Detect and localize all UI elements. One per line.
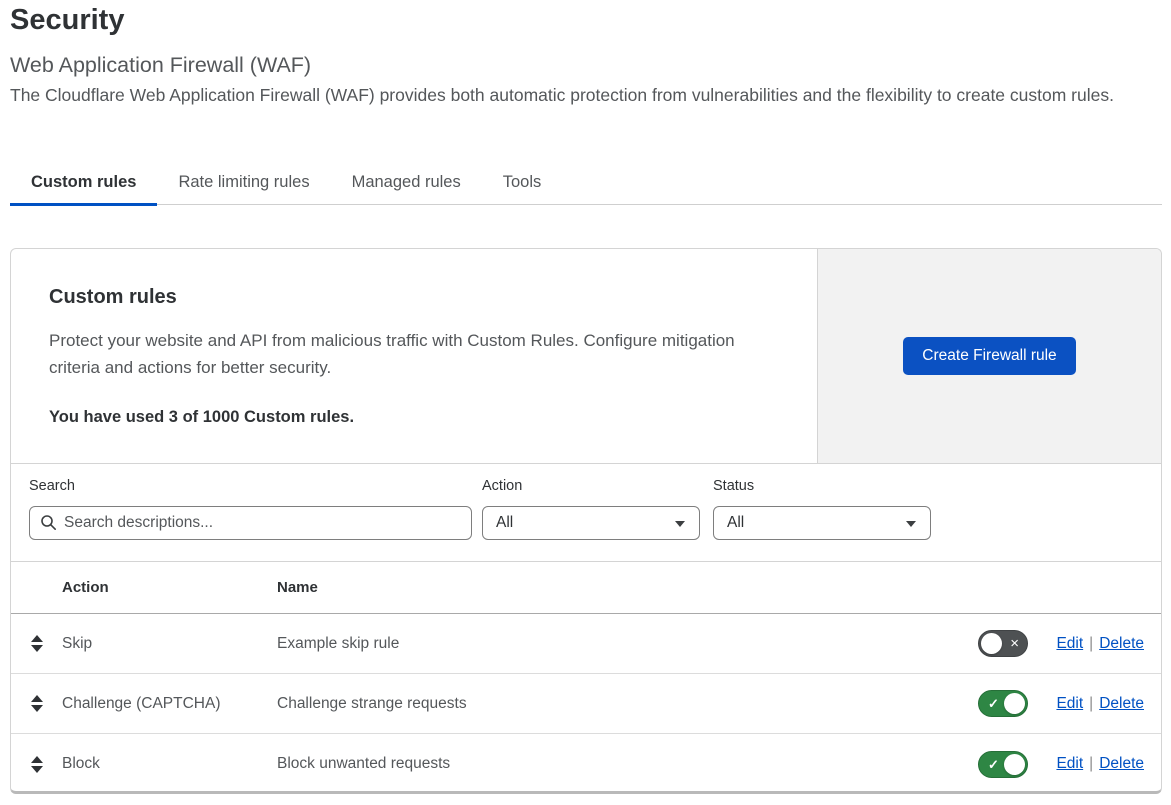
page-title: Security — [10, 4, 125, 36]
search-input[interactable] — [29, 506, 472, 540]
rules-table: Action Name Skip Example skip rule × Edi… — [11, 561, 1161, 791]
toggle-state-icon: ✓ — [988, 696, 999, 711]
search-label: Search — [29, 478, 75, 494]
row-actions: Edit | Delete — [1052, 755, 1144, 773]
tab-label: Tools — [502, 173, 542, 191]
edit-link[interactable]: Edit — [1056, 755, 1083, 772]
link-separator: | — [1089, 755, 1094, 772]
custom-rules-card: Custom rules Protect your website and AP… — [10, 248, 1162, 794]
status-filter-group: Status All — [713, 478, 931, 561]
tab-label: Rate limiting rules — [178, 173, 310, 191]
action-filter-label: Action — [482, 478, 523, 494]
filter-bar: Search Action All Status — [11, 463, 1161, 561]
dropdown-arrow-icon — [906, 521, 916, 527]
drag-handle-icon[interactable] — [30, 635, 43, 652]
table-row: Skip Example skip rule × Edit | Delete — [11, 614, 1161, 674]
custom-rules-hero: Custom rules Protect your website and AP… — [11, 249, 1161, 463]
hero-body-text: Protect your website and API from malici… — [49, 331, 735, 377]
tab-managed-rules[interactable]: Managed rules — [331, 160, 482, 204]
rule-action: Challenge (CAPTCHA) — [62, 694, 221, 712]
dropdown-arrow-icon — [675, 521, 685, 527]
drag-handle-icon[interactable] — [30, 695, 43, 712]
tab-rate-limiting-rules[interactable]: Rate limiting rules — [157, 160, 330, 204]
table-header-row: Action Name — [11, 562, 1161, 614]
toggle-state-icon: ✓ — [988, 756, 999, 772]
table-row: Block Block unwanted requests ✓ Edit | Del… — [11, 734, 1161, 791]
column-header-action: Action — [62, 579, 109, 596]
table-row: Challenge (CAPTCHA) Challenge strange re… — [11, 674, 1161, 734]
rule-name: Block unwanted requests — [277, 755, 451, 772]
rule-enabled-toggle[interactable]: ✓ — [978, 690, 1028, 717]
column-header-name: Name — [277, 579, 318, 596]
toggle-knob — [1004, 693, 1025, 714]
search-filter-group: Search — [29, 478, 472, 561]
status-filter-label: Status — [713, 478, 755, 494]
search-input-wrap — [29, 506, 472, 540]
tab-tools[interactable]: Tools — [482, 160, 563, 204]
delete-link[interactable]: Delete — [1099, 635, 1144, 652]
action-filter-value: All — [496, 514, 514, 531]
toggle-knob — [1004, 753, 1025, 775]
edit-link[interactable]: Edit — [1056, 635, 1083, 652]
toggle-state-icon: × — [1010, 635, 1019, 652]
rule-enabled-toggle[interactable]: ✓ — [978, 750, 1028, 778]
action-filter-select[interactable]: All — [482, 506, 700, 540]
rule-action: Block — [62, 755, 100, 772]
hero-text-column: Custom rules Protect your website and AP… — [11, 249, 817, 463]
tab-label: Custom rules — [31, 173, 137, 191]
hero-heading: Custom rules — [49, 286, 177, 308]
status-filter-value: All — [727, 514, 745, 531]
usage-summary: You have used 3 of 1000 Custom rules. — [49, 408, 355, 426]
hero-action-panel: Create Firewall rule — [817, 249, 1161, 463]
status-filter-select[interactable]: All — [713, 506, 931, 540]
rule-action: Skip — [62, 634, 93, 652]
tab-label: Managed rules — [351, 173, 461, 191]
edit-link[interactable]: Edit — [1056, 695, 1083, 712]
row-actions: Edit | Delete — [1052, 695, 1144, 713]
link-separator: | — [1089, 694, 1094, 712]
tab-custom-rules[interactable]: Custom rules — [10, 160, 158, 206]
drag-handle-icon[interactable] — [30, 755, 43, 773]
create-firewall-rule-button[interactable]: Create Firewall rule — [903, 337, 1076, 375]
rule-enabled-toggle[interactable]: × — [978, 630, 1028, 657]
rule-name: Example skip rule — [277, 634, 400, 652]
delete-link[interactable]: Delete — [1099, 695, 1144, 712]
search-icon — [41, 515, 56, 530]
row-actions: Edit | Delete — [1052, 635, 1144, 653]
action-filter-group: Action All — [482, 478, 700, 561]
page-description: The Cloudflare Web Application Firewall … — [10, 85, 1114, 105]
toggle-knob — [981, 633, 1002, 654]
security-page: Security Web Application Firewall (WAF) … — [0, 0, 1171, 805]
waf-tabs: Custom rules Rate limiting rules Managed… — [10, 160, 1162, 206]
rule-name: Challenge strange requests — [277, 694, 467, 712]
page-subtitle: Web Application Firewall (WAF) — [10, 53, 312, 77]
delete-link[interactable]: Delete — [1099, 755, 1144, 772]
link-separator: | — [1089, 634, 1094, 652]
